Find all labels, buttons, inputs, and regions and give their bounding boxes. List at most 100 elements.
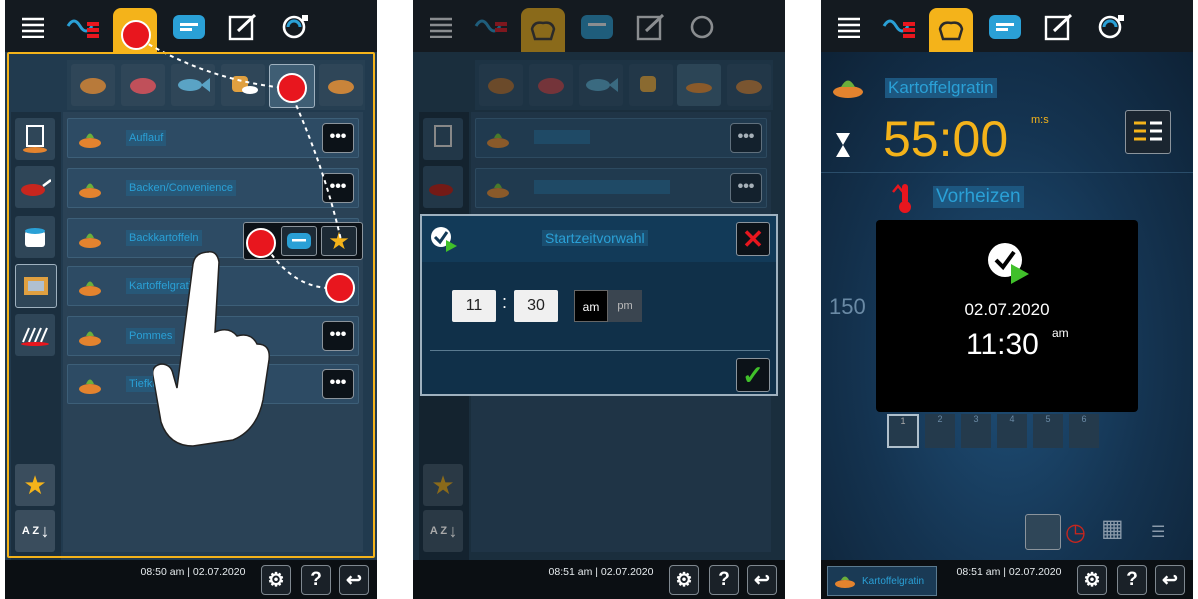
tap-marker-1 [121, 20, 151, 50]
time-separator: : [502, 292, 508, 312]
edit-icon[interactable] [629, 6, 673, 48]
step-2[interactable]: 2 [925, 414, 955, 448]
settings-button[interactable]: ⚙ [1077, 565, 1107, 595]
step-3[interactable]: 3 [961, 414, 991, 448]
step-bar: 1 2 3 4 5 6 [887, 414, 1113, 450]
programs-icon[interactable] [983, 6, 1027, 48]
am-toggle[interactable]: am [574, 290, 608, 322]
cleaning-icon[interactable] [1089, 6, 1133, 48]
step-4[interactable]: 4 [997, 414, 1027, 448]
programs-icon[interactable] [575, 6, 619, 48]
timer-display: 55:00 [883, 111, 1009, 167]
footer-bar: 08:51 am | 02.07.2020 ⚙ ? ↩ [413, 560, 785, 599]
confirm-button[interactable]: ✓ [736, 358, 770, 392]
footer-bar: 08:50 am | 02.07.2020 ⚙ ? ↩ [5, 560, 377, 599]
favorites-star-icon[interactable]: ★ [423, 464, 463, 506]
clock-date: 08:51 am | 02.07.2020 [548, 566, 654, 578]
recipe-icon [486, 179, 510, 199]
egg-dishes-icon[interactable] [629, 64, 673, 106]
timer-icon[interactable]: ◷ [1065, 518, 1086, 547]
tab-cooking-paths[interactable] [929, 8, 973, 54]
back-arrow-icon: ↩ [346, 569, 362, 591]
active-recipe-chip[interactable]: Kartoffelgratin [827, 566, 937, 596]
start-time-icon [987, 242, 1031, 291]
steamer-icon[interactable] [423, 118, 463, 160]
settings-button[interactable]: ⚙ [669, 565, 699, 595]
start-time-info-box: 02.07.2020 11:30 am [876, 220, 1138, 412]
tab-cooking-paths[interactable] [521, 8, 565, 54]
minute-field[interactable]: 30 [514, 290, 558, 322]
preheat-label: Vorheizen [933, 186, 1024, 208]
close-icon: ✕ [742, 223, 764, 254]
list-item[interactable]: ••• [475, 118, 767, 158]
intelligent-cooking-icon[interactable] [877, 6, 921, 48]
more-options-button[interactable]: ••• [730, 123, 762, 153]
menu-icon[interactable] [419, 6, 463, 48]
footer-bar: Kartoffelgratin 08:51 am | 02.07.2020 ⚙ … [821, 560, 1193, 599]
list-icon [1134, 121, 1162, 141]
settings-button[interactable]: ⚙ [261, 565, 291, 595]
intelligent-cooking-icon[interactable] [469, 6, 513, 48]
meat-icon[interactable] [529, 64, 573, 106]
screen-delayed-start: Kartoffelgratin 55:00 m:s Vorheizen 150 … [821, 0, 1193, 599]
screen-recipe-list: ★ A Z ↓ Auflauf ••• Backen/Convenience ••• … [5, 0, 377, 599]
help-button[interactable]: ? [709, 565, 739, 595]
top-navigation [821, 0, 1193, 54]
menu-icon[interactable] [827, 6, 871, 48]
screen-start-time-dialog: ★ A Z ↓ ••• ••• Startzeitvorwahl ✕ 11 : 3… [413, 0, 785, 599]
cleaning-icon[interactable] [681, 6, 725, 48]
back-button[interactable]: ↩ [1155, 565, 1185, 595]
clock-date: 08:50 am | 02.07.2020 [140, 566, 246, 578]
recipe-icon [835, 576, 855, 588]
recipe-label [534, 130, 590, 144]
start-time-dialog: Startzeitvorwahl ✕ 11 : 30 am pm ✓ [420, 214, 778, 396]
recipe-label [534, 180, 670, 194]
step-5[interactable]: 5 [1033, 414, 1063, 448]
step-overview-button[interactable] [1125, 110, 1171, 154]
divider [821, 172, 1193, 173]
cooking-tool-button[interactable] [1025, 514, 1061, 550]
start-time-icon [430, 226, 458, 257]
help-button[interactable]: ? [301, 565, 331, 595]
thermometer-icon [891, 182, 917, 219]
recipe-icon [831, 74, 865, 105]
bakery-icon[interactable] [727, 64, 771, 106]
back-button[interactable]: ↩ [339, 565, 369, 595]
top-navigation [413, 0, 785, 54]
edit-icon[interactable] [1037, 6, 1081, 48]
hourglass-icon [835, 132, 851, 163]
back-arrow-icon: ↩ [1162, 569, 1178, 591]
clock-date: 08:51 am | 02.07.2020 [956, 566, 1062, 578]
pm-toggle[interactable]: pm [608, 290, 642, 322]
back-button[interactable]: ↩ [747, 565, 777, 595]
fish-icon[interactable] [579, 64, 623, 106]
sort-az-icon[interactable]: A Z ↓ [423, 510, 463, 552]
dialog-title: Startzeitvorwahl [542, 230, 648, 246]
active-frame [7, 52, 375, 558]
start-ampm: am [1052, 326, 1069, 340]
start-date: 02.07.2020 [964, 300, 1050, 319]
list-item[interactable]: ••• [475, 168, 767, 208]
checkmark-icon: ✓ [742, 359, 764, 390]
gear-icon: ⚙ [675, 569, 693, 591]
recipe-icon [486, 129, 510, 149]
core-probe-icon[interactable]: ▦ [1101, 514, 1124, 543]
step-1[interactable]: 1 [887, 414, 919, 448]
divider [430, 350, 770, 351]
help-button[interactable]: ? [1117, 565, 1147, 595]
side-dishes-icon[interactable] [677, 64, 721, 106]
pan-icon[interactable] [423, 166, 463, 208]
gear-icon: ⚙ [1083, 569, 1101, 591]
chip-label: Kartoffelgratin [862, 576, 925, 587]
back-arrow-icon: ↩ [754, 569, 770, 591]
close-button[interactable]: ✕ [736, 222, 770, 256]
gear-icon: ⚙ [267, 569, 285, 591]
poultry-icon[interactable] [479, 64, 523, 106]
hour-field[interactable]: 11 [452, 290, 496, 322]
temperature-value: 150 [829, 294, 866, 319]
more-options-button[interactable]: ••• [730, 173, 762, 203]
step-6[interactable]: 6 [1069, 414, 1099, 448]
recipe-title: Kartoffelgratin [885, 78, 997, 98]
start-time: 11:30 [966, 328, 1039, 361]
sliders-icon[interactable]: ☰ [1151, 522, 1165, 542]
